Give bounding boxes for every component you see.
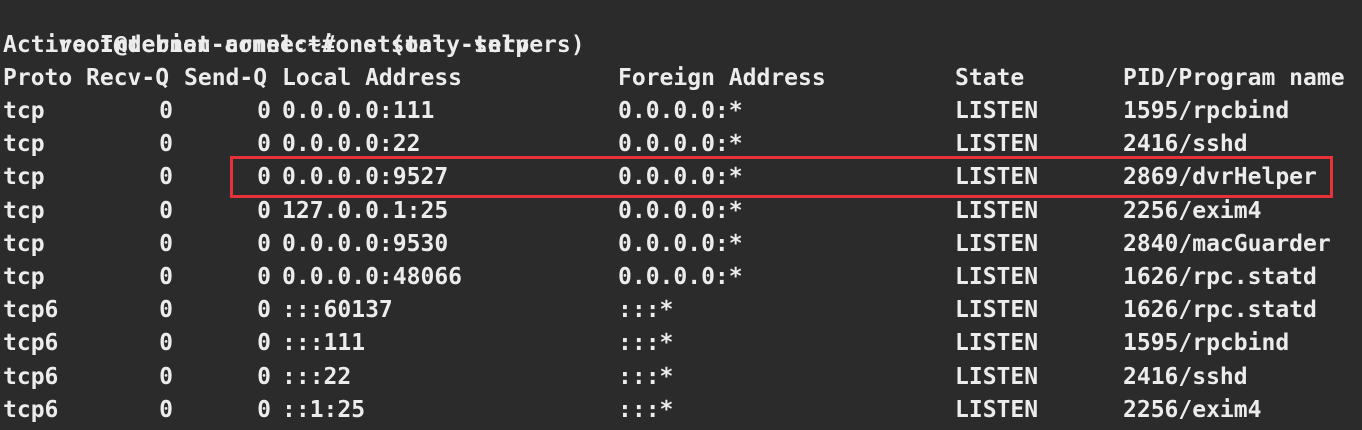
row-state: LISTEN	[955, 197, 1039, 224]
header-proto: Proto	[3, 65, 73, 91]
row-foreign-address: 0.0.0.0:*	[618, 230, 743, 257]
row-proto: tcp	[3, 98, 45, 124]
row-recv-q: 0	[159, 98, 173, 124]
row-foreign-address: 0.0.0.0:*	[618, 264, 743, 290]
row-program: 1595/rpcbind	[1123, 330, 1290, 357]
row-proto: tcp6	[3, 363, 59, 390]
table-row: tcp 0 0 0.0.0.0:9530 0.0.0.0:* LISTEN 2840/mac…	[3, 228, 1362, 261]
row-recv-q: 0	[159, 230, 173, 257]
row-local-address: :::60137	[282, 297, 393, 324]
row-program: 2256/exim4	[1123, 396, 1262, 423]
row-recv-q: 0	[159, 297, 173, 324]
header-recv-q: Recv-Q	[86, 65, 170, 91]
table-header: Proto Recv-Q Send-Q Local Address Foreig…	[3, 62, 1362, 95]
row-send-q: 0	[257, 297, 271, 324]
row-state: LISTEN	[955, 297, 1039, 324]
row-local-address: 0.0.0.0:9530	[282, 230, 449, 257]
row-state: LISTEN	[955, 230, 1039, 257]
row-program: 1626/rpc.statd	[1123, 264, 1317, 290]
command-line: root@debian-armel:~# netstat -tnlp	[3, 0, 529, 58]
row-send-q: 0	[257, 98, 271, 124]
header-send-q: Send-Q	[184, 65, 268, 91]
row-local-address: ::1:25	[282, 396, 366, 423]
row-proto: tcp	[3, 230, 45, 257]
table-row: tcp6 0 0::1:25:::* LISTEN 2256/exim4	[3, 394, 1362, 427]
row-recv-q: 0	[159, 131, 173, 158]
row-foreign-address: :::*	[618, 396, 674, 423]
row-proto: tcp	[3, 264, 45, 290]
row-local-address: 127.0.0.1:25	[282, 197, 449, 224]
row-local-address: 0.0.0.0:48066	[282, 264, 463, 290]
row-program: 1626/rpc.statd	[1123, 297, 1317, 324]
row-send-q: 0	[257, 230, 271, 257]
row-recv-q: 0	[159, 197, 173, 224]
header-state: State	[955, 65, 1025, 91]
table-row: tcp6 0 0:::111:::* LISTEN 1595/rpcbind	[3, 327, 1362, 360]
row-foreign-address: :::*	[618, 363, 674, 390]
row-state: LISTEN	[955, 264, 1039, 290]
table-row: tcp 0 0 0.0.0.0:111 0.0.0.0:* LISTEN 1595/rpcb…	[3, 95, 1362, 128]
row-foreign-address: :::*	[618, 297, 674, 324]
row-proto: tcp6	[3, 330, 59, 357]
row-recv-q: 0	[159, 330, 173, 357]
row-send-q: 0	[257, 197, 271, 224]
terminal-window[interactable]: root@debian-armel:~# netstat -tnlp Activ…	[0, 0, 1362, 430]
row-recv-q: 0	[159, 264, 173, 290]
row-local-address: 0.0.0.0:111	[282, 98, 435, 124]
row-foreign-address: 0.0.0.0:*	[618, 197, 743, 224]
table-row: tcp6 0 0:::60137:::* LISTEN 1626/rpc.statd	[3, 294, 1362, 327]
row-state: LISTEN	[955, 98, 1039, 124]
row-proto: tcp	[3, 131, 45, 158]
row-program: 2256/exim4	[1123, 197, 1262, 224]
row-send-q: 0	[257, 264, 271, 290]
table-row: tcp 0 0 127.0.0.1:25 0.0.0.0:* LISTEN 2256/exi…	[3, 195, 1362, 228]
row-proto: tcp	[3, 164, 45, 191]
row-recv-q: 0	[159, 363, 173, 390]
row-state: LISTEN	[955, 396, 1039, 423]
row-local-address: :::111	[282, 330, 366, 357]
row-program: 2840/macGuarder	[1123, 230, 1331, 257]
row-send-q: 0	[257, 363, 271, 390]
table-row: tcp6 0 0:::22:::* LISTEN 2416/sshd	[3, 361, 1362, 394]
header-foreign-address: Foreign Address	[618, 65, 826, 91]
table-row: tcp 0 0 0.0.0.0:48066 0.0.0.0:* LISTEN 1626/rp…	[3, 261, 1362, 294]
row-recv-q: 0	[159, 164, 173, 191]
highlight-box	[230, 156, 1333, 198]
row-send-q: 0	[257, 396, 271, 423]
header-local-address: Local Address	[282, 65, 463, 91]
row-state: LISTEN	[955, 363, 1039, 390]
row-foreign-address: :::*	[618, 330, 674, 357]
row-local-address: :::22	[282, 363, 352, 390]
row-proto: tcp6	[3, 396, 59, 423]
row-program: 1595/rpcbind	[1123, 98, 1290, 124]
row-state: LISTEN	[955, 330, 1039, 357]
row-program: 2416/sshd	[1123, 363, 1248, 390]
row-foreign-address: 0.0.0.0:*	[618, 98, 743, 124]
row-recv-q: 0	[159, 396, 173, 423]
output-subtitle: Active Internet connections (only server…	[3, 32, 585, 58]
row-proto: tcp	[3, 197, 45, 224]
header-program: PID/Program name	[1123, 65, 1345, 91]
row-send-q: 0	[257, 330, 271, 357]
row-proto: tcp6	[3, 297, 59, 324]
